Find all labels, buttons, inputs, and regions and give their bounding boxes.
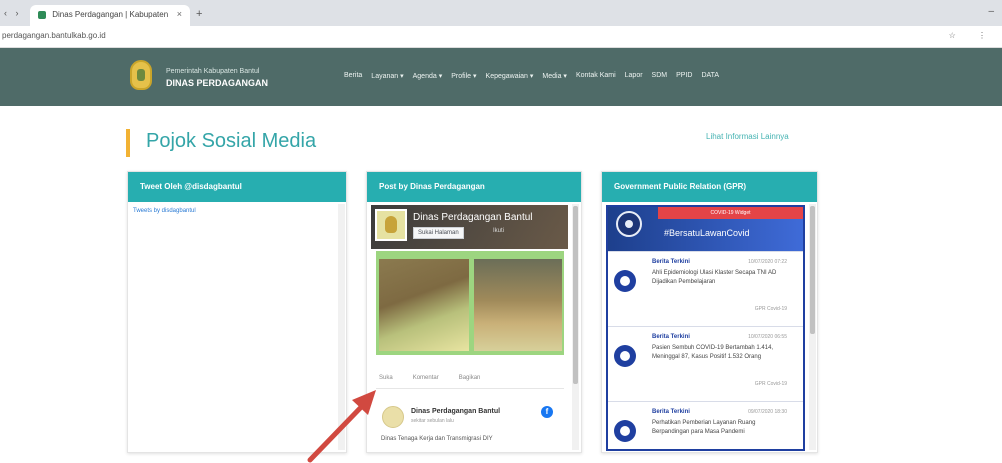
bantul-logo-icon[interactable] xyxy=(130,60,152,90)
fb-page-avatar[interactable] xyxy=(375,209,407,241)
fb-divider xyxy=(376,388,564,389)
menu-item-sdm[interactable]: SDM xyxy=(652,72,668,80)
gpr-card: Government Public Relation (GPR) COVID-1… xyxy=(601,171,818,453)
page-title: Pojok Sosial Media xyxy=(146,130,317,152)
gpr-card-header: Government Public Relation (GPR) xyxy=(602,172,817,202)
facebook-card-header: Post by Dinas Perdagangan xyxy=(367,172,581,202)
twitter-card-header: Tweet Oleh @disdagbantul xyxy=(128,172,346,202)
fb-photo[interactable] xyxy=(379,259,469,351)
gpr-news-item[interactable]: Berita Terkini 09/07/2020 18:30 Perhatik… xyxy=(608,401,803,449)
tab-title: Dinas Perdagangan | Kabupaten xyxy=(52,10,169,19)
fb-follow-label[interactable]: Ikuti xyxy=(493,228,504,234)
fb-comment-action[interactable]: Komentar xyxy=(413,375,439,381)
heading-accent-bar xyxy=(126,129,130,157)
facebook-scrollbar[interactable] xyxy=(572,204,579,450)
gpr-news-title[interactable]: Perhatikan Pemberian Layanan Ruang Berpa… xyxy=(652,419,787,437)
fb-page-name[interactable]: Dinas Perdagangan Bantul xyxy=(413,212,533,223)
fb-page-cover[interactable]: Dinas Perdagangan Bantul Sukai Halaman I… xyxy=(371,205,568,249)
minimize-icon[interactable]: – xyxy=(988,6,994,17)
menu-item-profile[interactable]: Profile ▾ xyxy=(451,72,476,80)
gpr-scroll-thumb[interactable] xyxy=(810,206,815,334)
toolbar-icons[interactable]: ☆ ⋮ xyxy=(949,31,996,40)
gpr-widget: COVID-19 Widget #BersatuLawanCovid Berit… xyxy=(606,205,805,451)
menu-item-berita[interactable]: Berita xyxy=(344,72,362,80)
fb-like-page-button[interactable]: Sukai Halaman xyxy=(413,227,464,239)
gpr-news-item[interactable]: Berita Terkini 10/07/2020 06:55 Pasien S… xyxy=(608,326,803,401)
gpr-news-date: 10/07/2020 06:55 xyxy=(748,334,787,340)
annotation-arrow-icon xyxy=(307,390,376,463)
facebook-icon[interactable]: f xyxy=(541,406,553,418)
favicon-icon xyxy=(38,10,46,19)
url-text[interactable]: perdagangan.bantulkab.go.id xyxy=(2,31,106,40)
gpr-news-date: 10/07/2020 07:22 xyxy=(748,259,787,265)
gpr-banner: COVID-19 Widget #BersatuLawanCovid xyxy=(608,207,803,251)
facebook-scroll-thumb[interactable] xyxy=(573,206,578,384)
browser-tab[interactable]: Dinas Perdagangan | Kabupaten × xyxy=(30,5,190,26)
menu-item-layanan[interactable]: Layanan ▾ xyxy=(371,72,403,80)
browser-tabstrip: ‹ › Dinas Perdagangan | Kabupaten × + – xyxy=(0,0,1002,26)
address-bar[interactable]: perdagangan.bantulkab.go.id ☆ ⋮ xyxy=(0,26,1002,48)
site-navbar: Pemerintah Kabupaten Bantul DINAS PERDAG… xyxy=(0,48,1002,106)
gpr-news-label: Berita Terkini xyxy=(652,409,690,415)
gpr-hashtag: #BersatuLawanCovid xyxy=(664,228,750,238)
gpr-news-icon xyxy=(614,420,636,442)
gpr-scrollbar[interactable] xyxy=(809,204,816,450)
fb-photo[interactable] xyxy=(474,259,562,351)
gpr-news-source: GPR Covid-19 xyxy=(754,306,787,312)
gpr-news-label: Berita Terkini xyxy=(652,334,690,340)
menu-item-media[interactable]: Media ▾ xyxy=(542,72,567,80)
back-forward-icons[interactable]: ‹ › xyxy=(4,8,22,18)
garuda-emblem-icon xyxy=(616,211,642,237)
gpr-news-source: GPR Covid-19 xyxy=(754,381,787,387)
gpr-news-icon xyxy=(614,270,636,292)
tweets-link[interactable]: Tweets by disdagbantul xyxy=(133,208,196,214)
main-menu: Berita Layanan ▾ Agenda ▾ Profile ▾ Kepe… xyxy=(344,72,719,80)
gpr-news-item[interactable]: Berita Terkini 10/07/2020 07:22 Ahli Epi… xyxy=(608,251,803,326)
gpr-widget-tag: COVID-19 Widget xyxy=(658,207,803,219)
gpr-news-icon xyxy=(614,345,636,367)
menu-item-lapor[interactable]: Lapor xyxy=(625,72,643,80)
tab-close-icon[interactable]: × xyxy=(177,9,182,19)
menu-item-kepegawaian[interactable]: Kepegawaian ▾ xyxy=(486,72,534,80)
org-subtitle: Pemerintah Kabupaten Bantul xyxy=(166,68,260,75)
fb-post-time: sekitar sebulan lalu xyxy=(411,418,454,424)
menu-item-data[interactable]: DATA xyxy=(701,72,719,80)
gpr-news-date: 09/07/2020 18:30 xyxy=(748,409,787,415)
new-tab-button[interactable]: + xyxy=(196,8,202,20)
gpr-news-label: Berita Terkini xyxy=(652,259,690,265)
menu-item-agenda[interactable]: Agenda ▾ xyxy=(413,72,443,80)
menu-item-ppid[interactable]: PPID xyxy=(676,72,692,80)
more-info-link[interactable]: Lihat Informasi Lainnya xyxy=(706,132,789,141)
gpr-news-title[interactable]: Ahli Epidemiologi Ulasi Klaster Secapa T… xyxy=(652,269,787,287)
gpr-news-title[interactable]: Pasien Sembuh COVID-19 Bertambah 1.414, … xyxy=(652,344,787,362)
fb-post-author[interactable]: Dinas Perdagangan Bantul xyxy=(411,408,500,415)
org-name[interactable]: DINAS PERDAGANGAN xyxy=(166,78,268,88)
menu-item-kontak[interactable]: Kontak Kami xyxy=(576,72,616,80)
fb-post-photos[interactable] xyxy=(376,251,564,355)
fb-share-action[interactable]: Bagikan xyxy=(459,375,481,381)
